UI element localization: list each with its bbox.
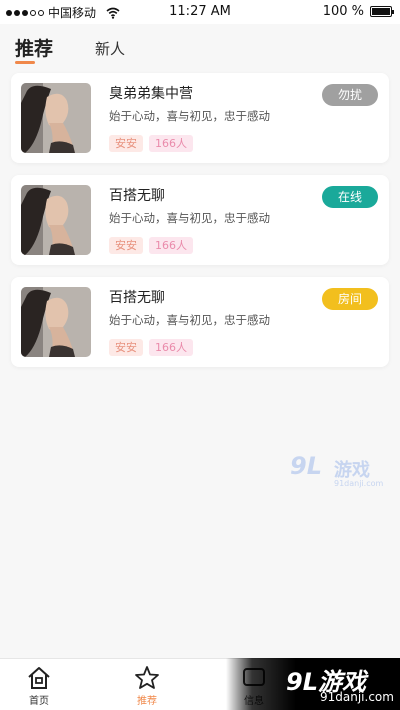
- tabbar-label-recommend: 推荐: [137, 696, 157, 707]
- status-bar: 中国移动 11:27 AM 100 %: [0, 0, 400, 24]
- room-count-tag: 166人: [149, 237, 193, 254]
- room-card[interactable]: 臭弟弟集中营 始于心动，喜与初见，忠于感动 安安 166人 勿扰: [11, 73, 389, 163]
- tab-recommend[interactable]: 推荐: [15, 34, 54, 64]
- battery-icon: [370, 6, 394, 17]
- room-avatar: [21, 185, 91, 255]
- room-host-tag: 安安: [109, 237, 143, 254]
- status-button-online[interactable]: 在线: [322, 186, 378, 208]
- room-count-tag: 166人: [149, 339, 193, 356]
- tabbar-item-home[interactable]: 首页: [19, 665, 59, 707]
- top-tab-bar: 推荐 新人: [0, 24, 400, 64]
- watermark-logo: 9L 游戏 91danji.com: [290, 452, 390, 492]
- avatar-photo: [21, 287, 91, 357]
- room-title: 百搭无聊: [109, 290, 165, 306]
- brand-banner: 9L游戏 91danji.com: [226, 658, 400, 710]
- home-icon: [28, 667, 50, 689]
- room-card[interactable]: 百搭无聊 始于心动，喜与初见，忠于感动 安安 166人 在线: [11, 175, 389, 265]
- active-tab-indicator: [15, 61, 35, 64]
- room-host-tag: 安安: [109, 339, 143, 356]
- room-title: 百搭无聊: [109, 188, 165, 204]
- room-host-tag: 安安: [109, 135, 143, 152]
- avatar-photo: [21, 83, 91, 153]
- room-subtitle: 始于心动，喜与初见，忠于感动: [109, 211, 270, 225]
- tabbar-item-recommend[interactable]: 推荐: [127, 665, 167, 707]
- battery-percent: 100 %: [322, 4, 364, 19]
- room-subtitle: 始于心动，喜与初见，忠于感动: [109, 109, 270, 123]
- tab-recommend-label: 推荐: [15, 38, 54, 60]
- room-subtitle: 始于心动，喜与初见，忠于感动: [109, 313, 270, 327]
- room-tags: 安安 166人: [109, 339, 193, 356]
- watermark-number: 9L: [290, 452, 322, 480]
- room-tags: 安安 166人: [109, 135, 193, 152]
- tab-newcomer-label: 新人: [95, 40, 126, 58]
- room-title: 臭弟弟集中营: [109, 86, 193, 102]
- status-button-room[interactable]: 房间: [322, 288, 378, 310]
- status-right: 100 %: [322, 4, 394, 19]
- tab-newcomer[interactable]: 新人: [95, 38, 125, 59]
- room-tags: 安安 166人: [109, 237, 193, 254]
- room-avatar: [21, 83, 91, 153]
- brand-url: 91danji.com: [320, 690, 394, 704]
- tabbar-label-home: 首页: [29, 696, 49, 707]
- room-count-tag: 166人: [149, 135, 193, 152]
- watermark-url: 91danji.com: [334, 479, 384, 488]
- room-card[interactable]: 百搭无聊 始于心动，喜与初见，忠于感动 安安 166人 房间: [11, 277, 389, 367]
- status-button-dnd[interactable]: 勿扰: [322, 84, 378, 106]
- room-avatar: [21, 287, 91, 357]
- avatar-photo: [21, 185, 91, 255]
- star-icon: [135, 666, 159, 689]
